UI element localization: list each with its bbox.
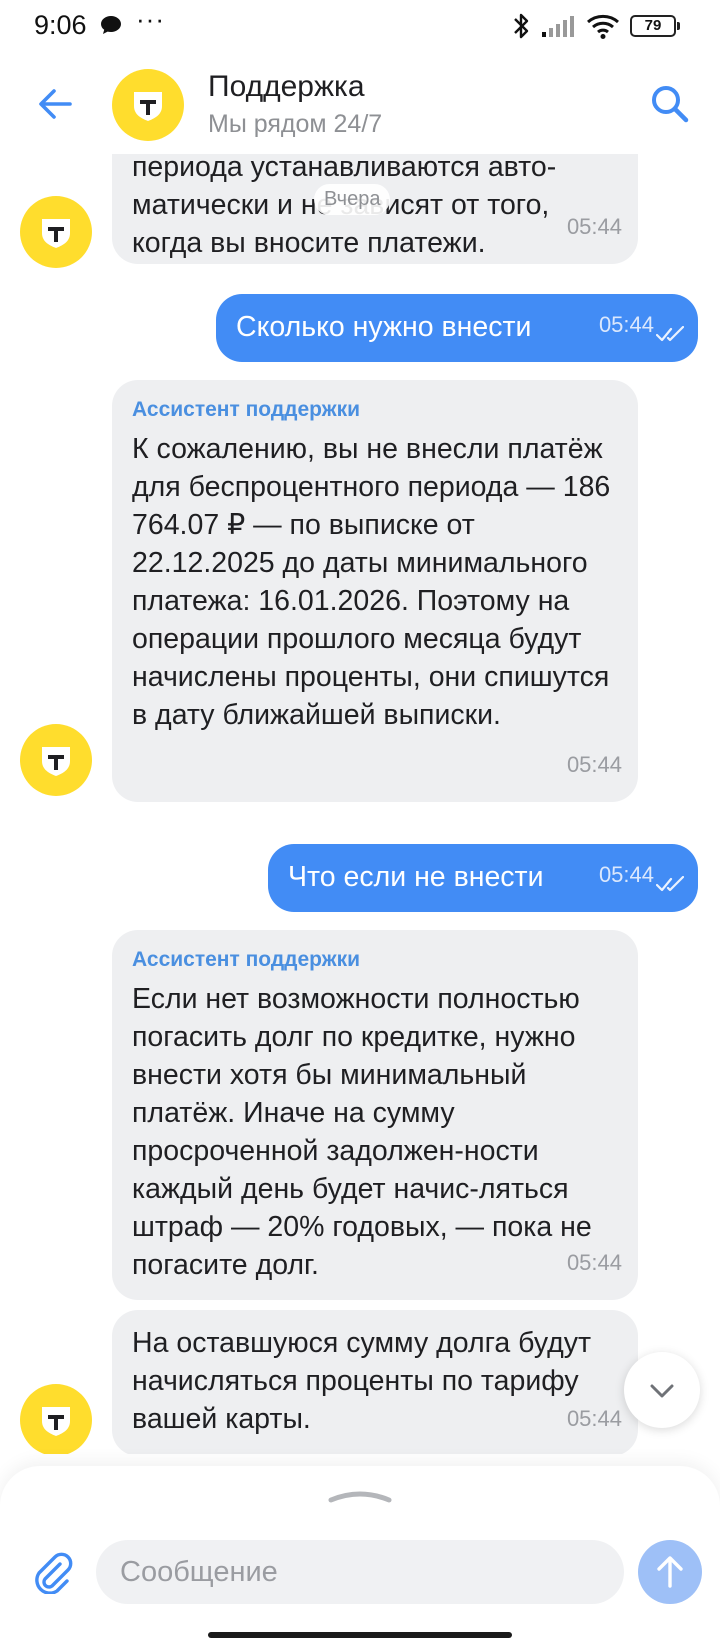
chat-header: Поддержка Мы рядом 24/7 [0, 54, 720, 154]
signal-icon [542, 16, 574, 37]
outgoing-message[interactable]: Что если не внести 05:44 [268, 844, 698, 912]
bank-logo-avatar [20, 196, 92, 268]
search-icon[interactable] [648, 82, 692, 126]
incoming-message[interactable]: Ассистент поддержки К сожалению, вы не в… [112, 380, 638, 802]
bank-logo-avatar[interactable] [112, 69, 184, 141]
chat-subtitle: Мы рядом 24/7 [208, 110, 383, 138]
paperclip-icon[interactable] [30, 1550, 74, 1594]
status-bar: 9:06 ··· 79 [0, 0, 720, 54]
date-separator: Вчера [314, 184, 391, 215]
message-composer [0, 1466, 720, 1650]
chat-title: Поддержка [208, 70, 365, 103]
message-time: 05:44 [598, 862, 654, 887]
home-indicator [208, 1632, 512, 1638]
sender-name: Ассистент поддержки [132, 398, 361, 421]
status-time: 9:06 [34, 10, 87, 40]
bank-logo-avatar [20, 724, 92, 796]
message-text: На оставшуюся сумму долга будут начислят… [132, 1327, 592, 1435]
message-time: 05:44 [566, 752, 622, 777]
message-notification-icon [101, 16, 121, 34]
message-text: К сожалению, вы не внесли платёж для бес… [132, 433, 611, 731]
message-time: 05:44 [566, 214, 622, 239]
message-text: Если нет возможности полностью погасить … [132, 983, 592, 1281]
back-arrow-icon[interactable] [32, 80, 80, 128]
outgoing-message[interactable]: Сколько нужно внести 05:44 [216, 294, 698, 362]
read-checkmarks-icon [656, 876, 684, 892]
status-more-icon: ··· [136, 4, 165, 34]
read-checkmarks-icon [656, 326, 684, 342]
message-list[interactable]: периода устанавливаются авто-матически и… [0, 154, 720, 1454]
bluetooth-icon [514, 13, 529, 39]
message-time: 05:44 [566, 1406, 622, 1431]
incoming-message[interactable]: На оставшуюся сумму долга будут начислят… [112, 1310, 638, 1454]
scroll-to-bottom-button[interactable] [624, 1352, 700, 1428]
sheet-handle-icon[interactable] [327, 1488, 393, 1504]
chevron-down-icon [650, 1384, 674, 1398]
send-button[interactable] [638, 1540, 702, 1604]
message-input[interactable] [96, 1540, 624, 1604]
bank-logo-avatar [20, 1384, 92, 1454]
arrow-up-icon [657, 1556, 683, 1588]
incoming-message[interactable]: Ассистент поддержки Если нет возможности… [112, 930, 638, 1300]
battery-indicator: 79 [630, 15, 680, 37]
wifi-icon [587, 14, 619, 39]
message-time: 05:44 [598, 312, 654, 337]
sender-name: Ассистент поддержки [132, 948, 361, 971]
message-time: 05:44 [566, 1250, 622, 1275]
